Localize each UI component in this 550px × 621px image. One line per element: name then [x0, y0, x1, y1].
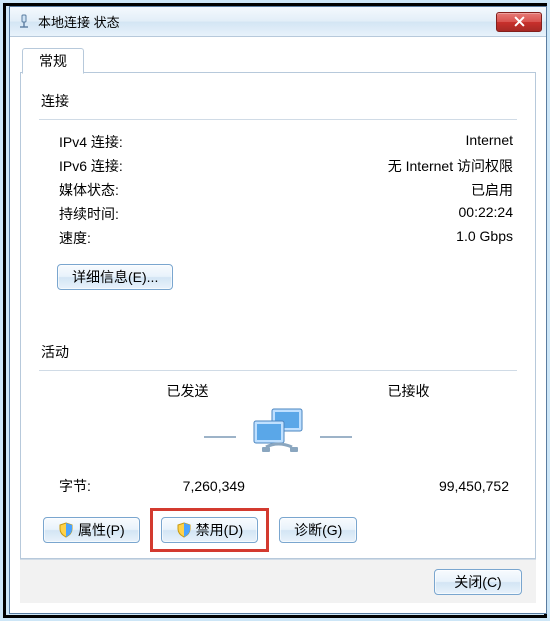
bytes-row: 字节 7,260,349 99,450,752 [39, 476, 517, 496]
details-button[interactable]: 详细信息(E)... [57, 264, 173, 290]
close-icon[interactable] [496, 12, 542, 32]
row-ipv4: IPv4 连接 Internet [39, 130, 517, 154]
speed-value: 1.0 Gbps [456, 228, 513, 248]
highlight-box: 禁用(D) [150, 508, 269, 552]
screenshot-frame: 本地连接 状态 常规 连接 IPv4 连接 Internet IPv6 连接 无… [3, 3, 547, 618]
action-button-row: 属性(P) 禁用(D) 诊断(G) [39, 514, 517, 546]
duration-label: 持续时间 [59, 204, 119, 224]
shield-icon [176, 522, 192, 538]
close-button[interactable]: 关闭(C) [434, 569, 522, 595]
bytes-received: 99,450,752 [355, 478, 513, 494]
diagnose-button[interactable]: 诊断(G) [279, 517, 357, 543]
computers-icon [246, 407, 310, 466]
properties-button[interactable]: 属性(P) [43, 517, 140, 543]
tab-strip: 常规 [20, 45, 536, 73]
bytes-label: 字节 [59, 476, 91, 496]
dash-left [204, 436, 236, 438]
ipv4-label: IPv4 连接 [59, 132, 123, 152]
activity-section-title: 活动 [41, 342, 517, 362]
speed-label: 速度 [59, 228, 91, 248]
activity-header: 已发送 已接收 [39, 381, 517, 401]
dialog-footer: 关闭(C) [20, 559, 536, 603]
disable-button-label: 禁用(D) [196, 520, 243, 540]
properties-button-label: 属性(P) [78, 520, 125, 540]
media-label: 媒体状态 [59, 180, 119, 200]
window-title: 本地连接 状态 [38, 12, 496, 31]
row-media: 媒体状态 已启用 [39, 178, 517, 202]
diagnose-button-label: 诊断(G) [294, 520, 342, 540]
received-label: 已接收 [338, 381, 499, 401]
shield-icon [58, 522, 74, 538]
duration-value: 00:22:24 [459, 204, 514, 224]
connection-section-title: 连接 [41, 91, 517, 111]
network-icon [16, 14, 32, 30]
close-button-label: 关闭(C) [454, 572, 501, 592]
dash-right [320, 436, 352, 438]
bytes-sent: 7,260,349 [91, 478, 285, 494]
ipv4-value: Internet [466, 132, 513, 152]
tab-general[interactable]: 常规 [22, 48, 84, 74]
ipv6-label: IPv6 连接 [59, 156, 123, 176]
ipv6-value: 无 Internet 访问权限 [388, 156, 513, 176]
divider [39, 370, 517, 371]
tab-label: 常规 [39, 51, 67, 71]
sent-label: 已发送 [57, 381, 258, 401]
details-button-label: 详细信息(E)... [72, 267, 158, 287]
activity-graphic [39, 407, 517, 466]
tab-body: 连接 IPv4 连接 Internet IPv6 连接 无 Internet 访… [20, 73, 536, 559]
row-ipv6: IPv6 连接 无 Internet 访问权限 [39, 154, 517, 178]
divider [39, 119, 517, 120]
disable-button[interactable]: 禁用(D) [161, 517, 258, 543]
titlebar[interactable]: 本地连接 状态 [10, 7, 546, 37]
row-duration: 持续时间 00:22:24 [39, 202, 517, 226]
client-area: 常规 连接 IPv4 连接 Internet IPv6 连接 无 Interne… [10, 37, 546, 613]
dialog-window: 本地连接 状态 常规 连接 IPv4 连接 Internet IPv6 连接 无… [9, 6, 547, 614]
media-value: 已启用 [471, 180, 513, 200]
row-speed: 速度 1.0 Gbps [39, 226, 517, 250]
